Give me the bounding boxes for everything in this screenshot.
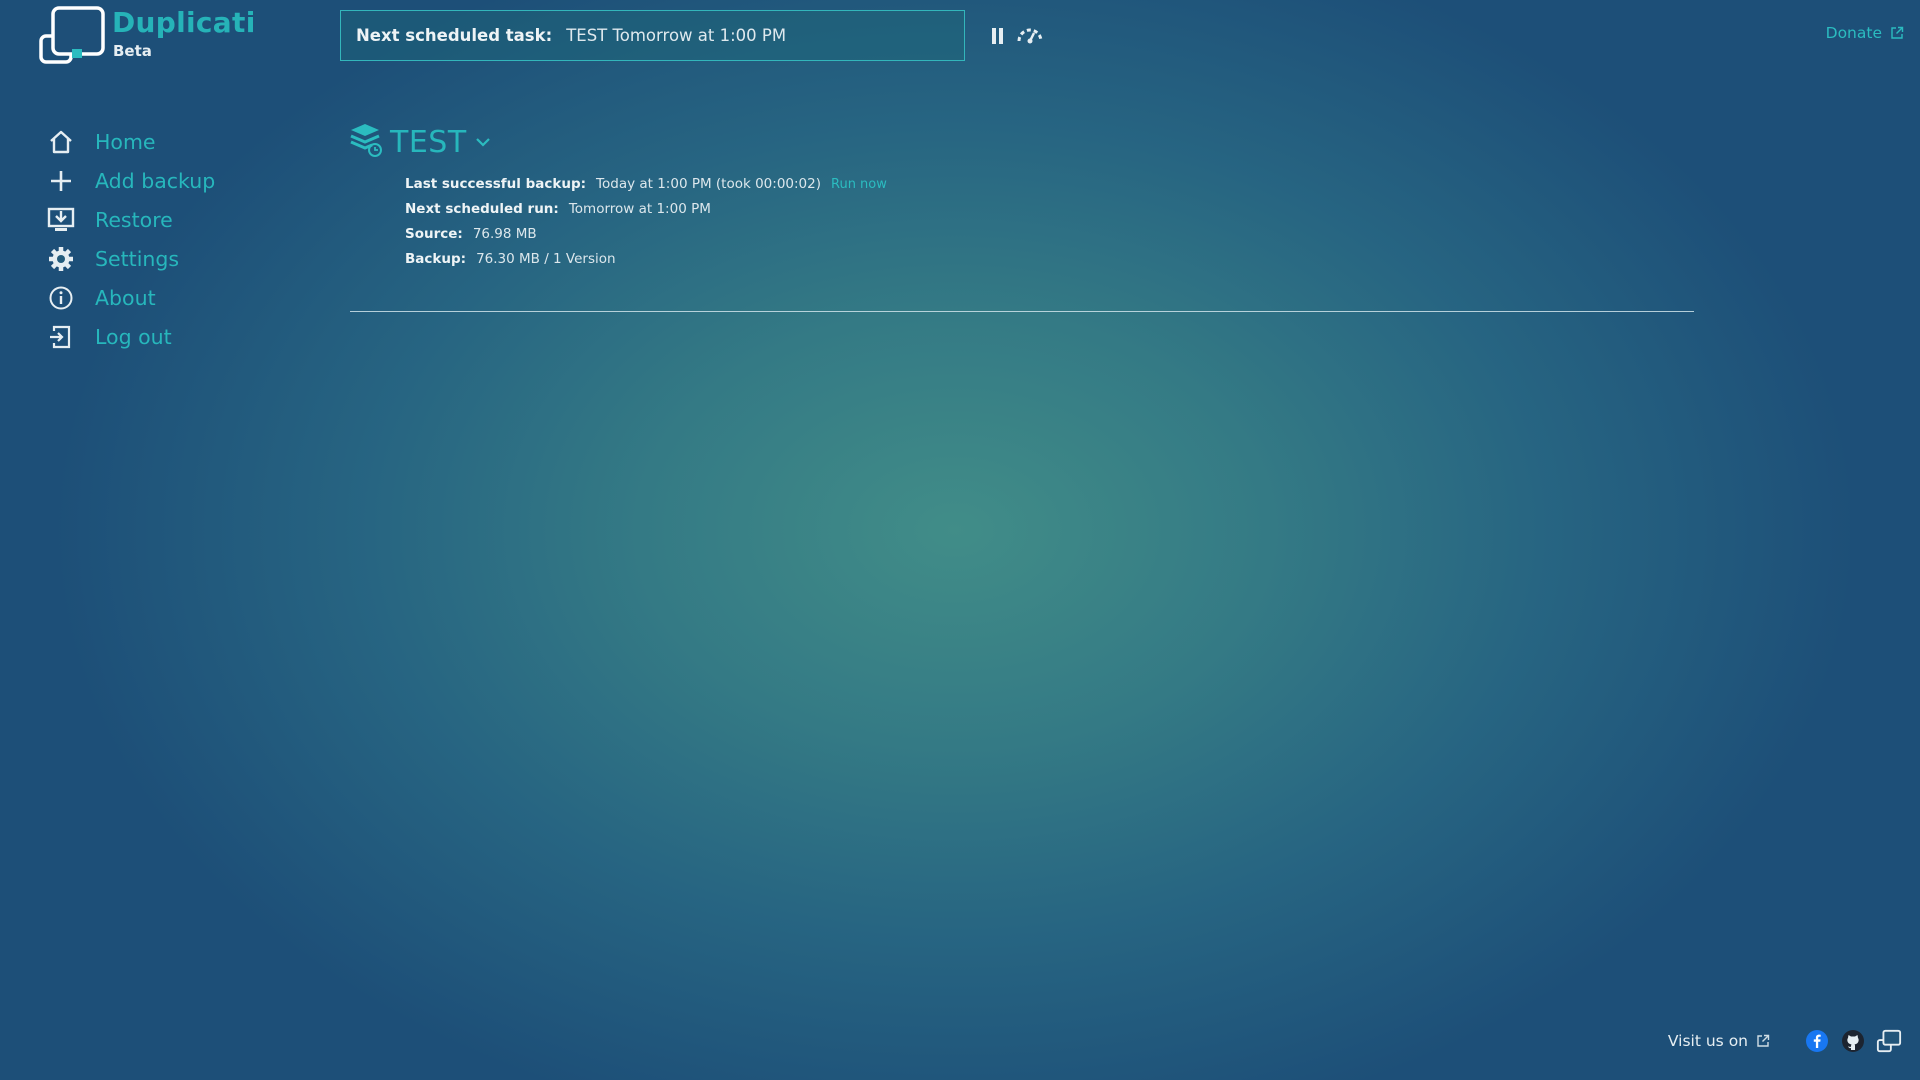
next-run-row: Next scheduled run: Tomorrow at 1:00 PM (405, 197, 1694, 222)
donate-link[interactable]: Donate (1826, 24, 1904, 42)
footer: Visit us on (1668, 1026, 1902, 1056)
sidebar-item-label: Settings (95, 246, 180, 271)
sidebar-item-restore[interactable]: Restore (46, 200, 306, 239)
restore-icon (46, 205, 76, 235)
github-icon (1842, 1030, 1864, 1052)
source-label: Source: (405, 226, 463, 242)
logout-icon (46, 322, 76, 352)
backup-name: TEST (390, 124, 467, 160)
info-icon (46, 283, 76, 313)
duplicati-logo-icon (39, 6, 105, 64)
throttle-button[interactable] (1016, 25, 1044, 47)
next-run-value: Tomorrow at 1:00 PM (568, 201, 711, 217)
next-task-status: Next scheduled task: TEST Tomorrow at 1:… (340, 10, 965, 61)
sidebar-item-add-backup[interactable]: Add backup (46, 161, 306, 200)
duplicati-logo-icon (1876, 1029, 1902, 1053)
sidebar-item-label: Restore (95, 207, 173, 232)
donate-label: Donate (1825, 24, 1882, 42)
backup-size-label: Backup: (405, 251, 467, 267)
sidebar-item-label: About (95, 285, 156, 310)
sidebar-item-label: Add backup (95, 168, 216, 193)
backup-details: Last successful backup: Today at 1:00 PM… (405, 172, 1694, 272)
plus-icon (46, 166, 76, 196)
speedometer-icon (1017, 28, 1043, 44)
run-now-link[interactable]: Run now (831, 172, 887, 197)
gear-icon (46, 244, 76, 274)
last-backup-row: Last successful backup: Today at 1:00 PM… (405, 172, 1694, 197)
app-edition: Beta (113, 42, 152, 60)
next-run-label: Next scheduled run: (405, 201, 559, 217)
sidebar-item-home[interactable]: Home (46, 122, 306, 161)
chevron-down-icon (475, 133, 491, 152)
app-name: Duplicati (112, 6, 256, 39)
divider (350, 311, 1694, 312)
external-link-icon (1891, 26, 1904, 39)
backup-size-row: Backup: 76.30 MB / 1 Version (405, 247, 1694, 272)
next-task-value: TEST Tomorrow at 1:00 PM (566, 26, 787, 45)
sidebar-item-about[interactable]: About (46, 278, 306, 317)
sidebar-item-logout[interactable]: Log out (46, 317, 306, 356)
duplicati-site-link[interactable] (1876, 1028, 1902, 1054)
sidebar-nav: Home Add backup Restore Settings About L… (46, 122, 306, 356)
backup-title-toggle[interactable]: TEST (348, 118, 1694, 166)
external-link-icon (1757, 1034, 1770, 1047)
pause-icon (992, 28, 1003, 44)
last-backup-label: Last successful backup: (405, 176, 587, 192)
pause-button[interactable] (990, 26, 1006, 46)
source-row: Source: 76.98 MB (405, 222, 1694, 247)
backup-size-value: 76.30 MB / 1 Version (476, 251, 616, 267)
last-backup-value: Today at 1:00 PM (took 00:00:02) (596, 176, 821, 192)
sidebar-item-label: Log out (95, 324, 172, 349)
backup-database-icon (348, 122, 384, 162)
app-logo[interactable]: Duplicati Beta (38, 4, 268, 66)
backup-item: TEST Last successful backup: Today at 1:… (348, 118, 1694, 272)
visit-label: Visit us on (1667, 1032, 1748, 1050)
github-link[interactable] (1840, 1028, 1866, 1054)
facebook-icon (1806, 1030, 1828, 1052)
facebook-link[interactable] (1804, 1028, 1830, 1054)
source-value: 76.98 MB (472, 226, 537, 242)
visit-us: Visit us on (1668, 1032, 1770, 1050)
sidebar-item-settings[interactable]: Settings (46, 239, 306, 278)
next-task-label: Next scheduled task: (356, 26, 553, 45)
sidebar-item-label: Home (95, 129, 156, 154)
home-icon (46, 127, 76, 157)
